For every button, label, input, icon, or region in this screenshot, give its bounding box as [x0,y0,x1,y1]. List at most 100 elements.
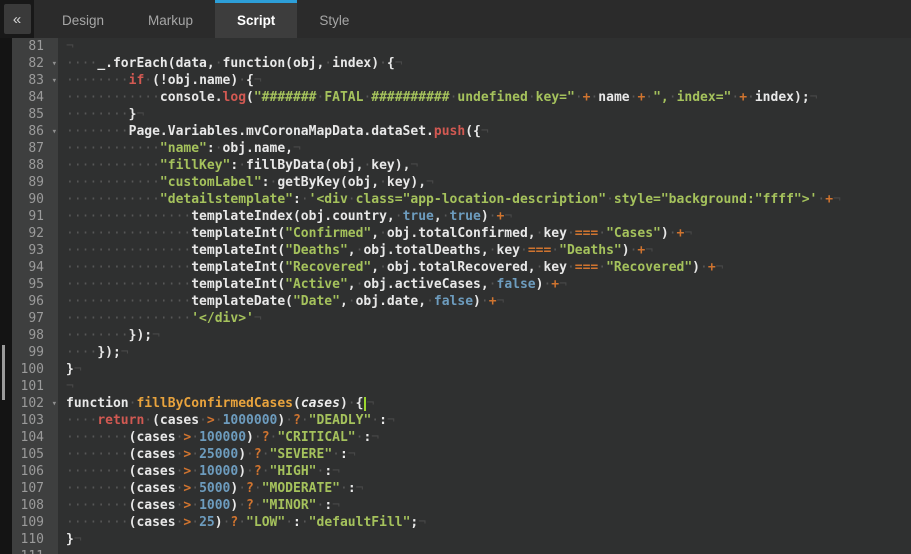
eol-marker: ¬ [481,124,489,139]
line-number: 97 [12,310,58,327]
line-number: 93 [12,242,58,259]
code-line: 109········(cases·>·25)·?·"LOW"·:·"defau… [12,514,911,531]
collapse-panel-button[interactable]: « [4,4,31,34]
fold-arrow-icon[interactable]: ▾ [52,73,57,90]
code-line-text[interactable]: ····});¬ [58,344,911,361]
code-line-text[interactable]: ············"fillKey":·fillByData(obj,·k… [58,157,911,174]
eol-marker: ¬ [810,90,818,105]
code-line-text[interactable]: ········}¬ [58,106,911,123]
tab-script-label: Script [237,13,275,28]
code-line-text[interactable]: ¬ [58,378,911,395]
fold-arrow-icon[interactable]: ▾ [52,124,57,141]
code-line: 84············console.log("#######·FATAL… [12,89,911,106]
code-line-text[interactable]: ············"customLabel":·getByKey(obj,… [58,174,911,191]
editor-left-scrollbar[interactable] [0,38,12,554]
line-number: 111 [12,548,58,554]
eol-marker: ¬ [504,209,512,224]
code-line: 85········}¬ [12,106,911,123]
line-number: 85 [12,106,58,123]
tab-style[interactable]: Style [297,0,371,38]
code-line-text[interactable]: ········(cases·>·10000)·?·"HIGH"·:¬ [58,463,911,480]
code-line-text[interactable]: ········(cases·>·5000)·?·"MODERATE"·:¬ [58,480,911,497]
code-line-text[interactable]: }¬ [58,361,911,378]
eol-marker: ¬ [559,277,567,292]
code-line-text[interactable]: }¬ [58,531,911,548]
line-number: 81 [12,38,58,55]
eol-marker: ¬ [366,396,374,411]
code-line: 86▾········Page.Variables.mvCoronaMapDat… [12,123,911,140]
code-line: 108········(cases·>·1000)·?·"MINOR"·:¬ [12,497,911,514]
line-number: 102▾ [12,395,58,412]
script-code-editor: 81 ¬ 82▾····_.forEach(data,·function(obj,·… [0,38,911,554]
code-line-text[interactable]: ········Page.Variables.mvCoronaMapData.d… [58,123,911,140]
code-line-text[interactable]: ¬ [58,38,911,55]
tab-markup[interactable]: Markup [126,0,215,38]
tab-design[interactable]: Design [40,0,126,38]
line-number: 100 [12,361,58,378]
code-line: 93················templateInt("Deaths",·… [12,242,911,259]
eol-marker: ¬ [418,515,426,530]
code-line-text[interactable]: ············console.log("#######·FATAL·#… [58,89,911,106]
eol-marker: ¬ [395,56,403,71]
code-line-text[interactable]: ¬ [58,548,911,554]
code-line-text[interactable]: ········(cases·>·1000)·?·"MINOR"·:¬ [58,497,911,514]
eol-marker: ¬ [410,158,418,173]
scrollbar-thumb[interactable] [2,345,5,400]
code-line-text[interactable]: ················templateIndex(obj.countr… [58,208,911,225]
code-line-text[interactable]: ····_.forEach(data,·function(obj,·index)… [58,55,911,72]
code-line-text[interactable]: ················templateInt("Recovered",… [58,259,911,276]
eol-marker: ¬ [254,311,262,326]
code-line: 97················'</div>'¬ [12,310,911,327]
code-line-text[interactable]: ········(cases·>·100000)·?·"CRITICAL"·:¬ [58,429,911,446]
code-line-text[interactable]: ········if·(!obj.name)·{¬ [58,72,911,89]
line-number: 109 [12,514,58,531]
line-number: 96 [12,293,58,310]
line-number: 83▾ [12,72,58,89]
code-line-text[interactable]: function·fillByConfirmedCases(cases)·{¬ [58,395,911,412]
line-number: 82▾ [12,55,58,72]
code-line-text[interactable]: ················'</div>'¬ [58,310,911,327]
code-line-text[interactable]: ········});¬ [58,327,911,344]
eol-marker: ¬ [684,226,692,241]
tab-script[interactable]: Script [215,0,297,38]
code-line-text[interactable]: ········(cases·>·25000)·?·"SEVERE"·:¬ [58,446,911,463]
code-line-text[interactable]: ············"detailstemplate":·'<div·cla… [58,191,911,208]
fold-arrow-icon[interactable]: ▾ [52,396,57,413]
code-line-text[interactable]: ············"name":·obj.name,¬ [58,140,911,157]
code-line: 105········(cases·>·25000)·?·"SEVERE"·:¬ [12,446,911,463]
eol-marker: ¬ [332,498,340,513]
code-line: 107········(cases·>·5000)·?·"MODERATE"·:… [12,480,911,497]
line-number: 101 [12,378,58,395]
code-line: 103····return·(cases·>·1000000)·?·"DEADL… [12,412,911,429]
code-line: 83▾········if·(!obj.name)·{¬ [12,72,911,89]
eol-marker: ¬ [645,243,653,258]
code-line: 92················templateInt("Confirmed… [12,225,911,242]
code-line: 91················templateIndex(obj.coun… [12,208,911,225]
line-number: 98 [12,327,58,344]
line-number: 91 [12,208,58,225]
editor-tabs: Design Markup Script Style [40,0,371,38]
code-line-text[interactable]: ········(cases·>·25)·?·"LOW"·:·"defaultF… [58,514,911,531]
line-number: 105 [12,446,58,463]
chevron-double-left-icon: « [13,11,21,28]
line-number: 89 [12,174,58,191]
eol-marker: ¬ [348,447,356,462]
code-line-text[interactable]: ················templateDate("Date",·obj… [58,293,911,310]
eol-marker: ¬ [371,430,379,445]
code-line-text[interactable]: ················templateInt("Confirmed",… [58,225,911,242]
code-line-text[interactable]: ····return·(cases·>·1000000)·?·"DEADLY"·… [58,412,911,429]
code-line: 87············"name":·obj.name,¬ [12,140,911,157]
line-number: 88 [12,157,58,174]
line-number: 107 [12,480,58,497]
line-number: 99 [12,344,58,361]
code-line-text[interactable]: ················templateInt("Deaths",·ob… [58,242,911,259]
code-line-text[interactable]: ················templateInt("Active",·ob… [58,276,911,293]
fold-arrow-icon[interactable]: ▾ [52,56,57,73]
code-line: 98········});¬ [12,327,911,344]
eol-marker: ¬ [66,39,74,54]
eol-marker: ¬ [332,464,340,479]
code-line: 100}¬ [12,361,911,378]
code-line: 94················templateInt("Recovered… [12,259,911,276]
eol-marker: ¬ [152,328,160,343]
eol-marker: ¬ [254,73,262,88]
